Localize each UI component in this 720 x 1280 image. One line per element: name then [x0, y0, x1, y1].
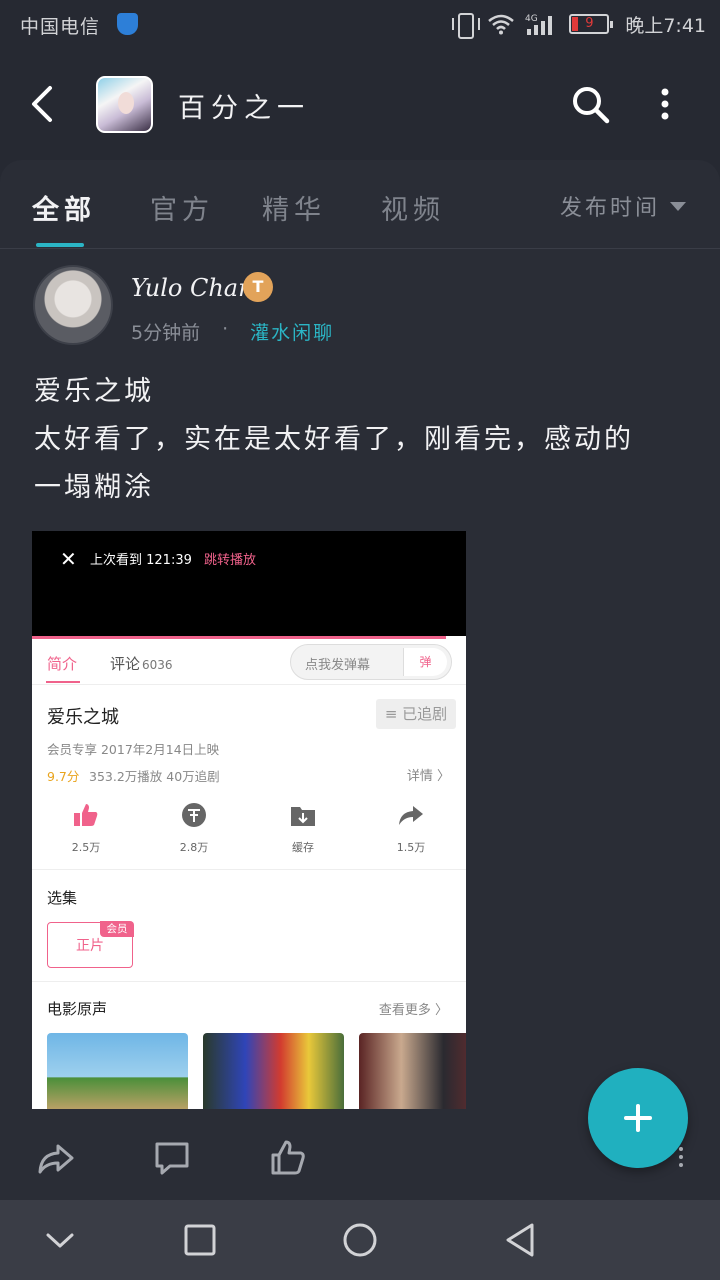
back-arrow-icon[interactable] [26, 84, 62, 124]
resume-text: 上次看到 121:39 [90, 553, 192, 568]
jump-play-text: 跳转播放 [204, 553, 257, 568]
video-score: 9.7分 [47, 769, 80, 784]
tab-intro: 简介 [47, 655, 78, 673]
signal-4g-icon: 4G [525, 14, 553, 35]
vibrate-icon [451, 12, 481, 39]
sort-dropdown[interactable]: 发布时间 [560, 190, 686, 222]
back-triangle-icon[interactable] [500, 1220, 540, 1260]
followed-badge: ≡ 已追剧 [376, 699, 456, 729]
battery-icon: 9 [569, 14, 614, 34]
soundtrack-thumbnail [203, 1033, 344, 1109]
chevron-down-icon [670, 201, 686, 211]
soundtrack-title: 电影原声 [47, 1000, 108, 1018]
danmaku-input: 点我发弹幕 弹 [290, 644, 452, 680]
danmaku-icon: 弹 [403, 648, 447, 676]
status-icons: 4G 9 晚上7:41 [451, 10, 706, 39]
like-count: 2.5万 [71, 841, 101, 854]
recent-apps-icon[interactable] [180, 1220, 220, 1260]
cache-label: 缓存 [292, 841, 314, 854]
tab-comments: 评论 6036 [110, 653, 173, 674]
share-icon[interactable] [36, 1138, 76, 1178]
post-text-line: 太好看了，实在是太好看了，刚看完，感动的 [34, 424, 634, 455]
divider [32, 869, 466, 870]
post-body[interactable]: 爱乐之城 太好看了，实在是太好看了，刚看完，感动的 一塌糊涂 [34, 368, 694, 512]
danmaku-placeholder: 点我发弹幕 [305, 658, 371, 673]
search-icon[interactable] [570, 84, 610, 124]
sort-label: 发布时间 [559, 196, 660, 221]
soundtrack-thumbnail [47, 1033, 188, 1109]
clock: 晚上7:41 [625, 14, 706, 37]
divider [32, 981, 466, 982]
feed-tabs: 全部 官方 精华 视频 发布时间 [0, 160, 720, 249]
cache-action: 缓存 [263, 803, 343, 855]
post-category-link[interactable]: 灌水闲聊 [250, 318, 334, 345]
system-navigation-bar [0, 1200, 720, 1280]
home-icon[interactable] [340, 1220, 380, 1260]
coin-icon [182, 803, 206, 827]
download-folder-icon [291, 807, 315, 826]
more-options-icon[interactable] [650, 84, 680, 124]
post-text-line: 一塌糊涂 [34, 472, 154, 503]
post-text-line: 爱乐之城 [34, 376, 154, 407]
wifi-icon [488, 14, 515, 35]
user-level-badge: T [243, 272, 273, 302]
status-bar: 中国电信 4G 9 晚上7:41 [0, 0, 720, 50]
share-action: 1.5万 [371, 803, 451, 855]
active-tab-indicator [36, 243, 84, 247]
post-image[interactable]: ✕ 上次看到 121:39 跳转播放 简介 评论 6036 点我发弹幕 弹 爱乐之… [32, 531, 466, 1109]
post-meta: 5分钟前 · 灌水闲聊 [131, 318, 334, 345]
post-time: 5分钟前 [131, 322, 201, 344]
group-title[interactable]: 百分之一 [178, 86, 310, 125]
tab-all[interactable]: 全部 [32, 188, 96, 227]
video-info: 会员专享 2017年2月14日上映 [47, 742, 220, 757]
tab-official[interactable]: 官方 [150, 188, 214, 227]
share-count: 1.5万 [396, 841, 426, 854]
thumbs-up-icon [74, 804, 98, 826]
feed-card: 全部 官方 精华 视频 发布时间 Yulo Chan T 5分钟前 · 灌水闲聊… [0, 160, 720, 1200]
group-avatar[interactable] [96, 76, 153, 133]
coin-count: 2.8万 [179, 841, 209, 854]
comment-icon[interactable] [152, 1138, 192, 1178]
svg-text:4G: 4G [525, 14, 538, 24]
intro-tab-indicator [46, 681, 80, 683]
comment-count: 6036 [142, 658, 173, 672]
episodes-title: 选集 [47, 889, 78, 907]
close-icon: ✕ [60, 547, 77, 571]
header-bar: 百分之一 [0, 50, 720, 160]
member-badge: 会员 [100, 921, 134, 937]
soundtrack-thumbnail [359, 1033, 466, 1109]
carrier-label: 中国电信 [20, 16, 101, 38]
like-action: 2.5万 [46, 803, 126, 855]
see-more-link: 查看更多 〉 [378, 1003, 448, 1018]
video-player-area: ✕ 上次看到 121:39 跳转播放 [32, 531, 466, 636]
tab-comments-label: 评论 [110, 655, 141, 673]
tab-video[interactable]: 视频 [381, 188, 445, 227]
tab-featured[interactable]: 精华 [262, 188, 326, 227]
create-post-button[interactable] [588, 1068, 688, 1168]
coin-action: 2.8万 [154, 803, 234, 855]
username[interactable]: Yulo Chan [131, 274, 254, 302]
detail-link: 详情 〉 [406, 769, 450, 784]
chevron-down-icon[interactable] [40, 1220, 80, 1260]
share-arrow-icon [399, 806, 423, 825]
video-title: 爱乐之城 [47, 707, 119, 728]
like-icon[interactable] [268, 1138, 308, 1178]
more-icon[interactable] [678, 1146, 684, 1168]
video-tabs: 简介 评论 6036 点我发弹幕 弹 [32, 639, 466, 685]
user-avatar[interactable] [33, 265, 113, 345]
security-shield-icon [117, 13, 138, 35]
video-stats: 353.2万播放 40万追剧 [89, 769, 220, 784]
meta-separator: · [222, 318, 229, 340]
